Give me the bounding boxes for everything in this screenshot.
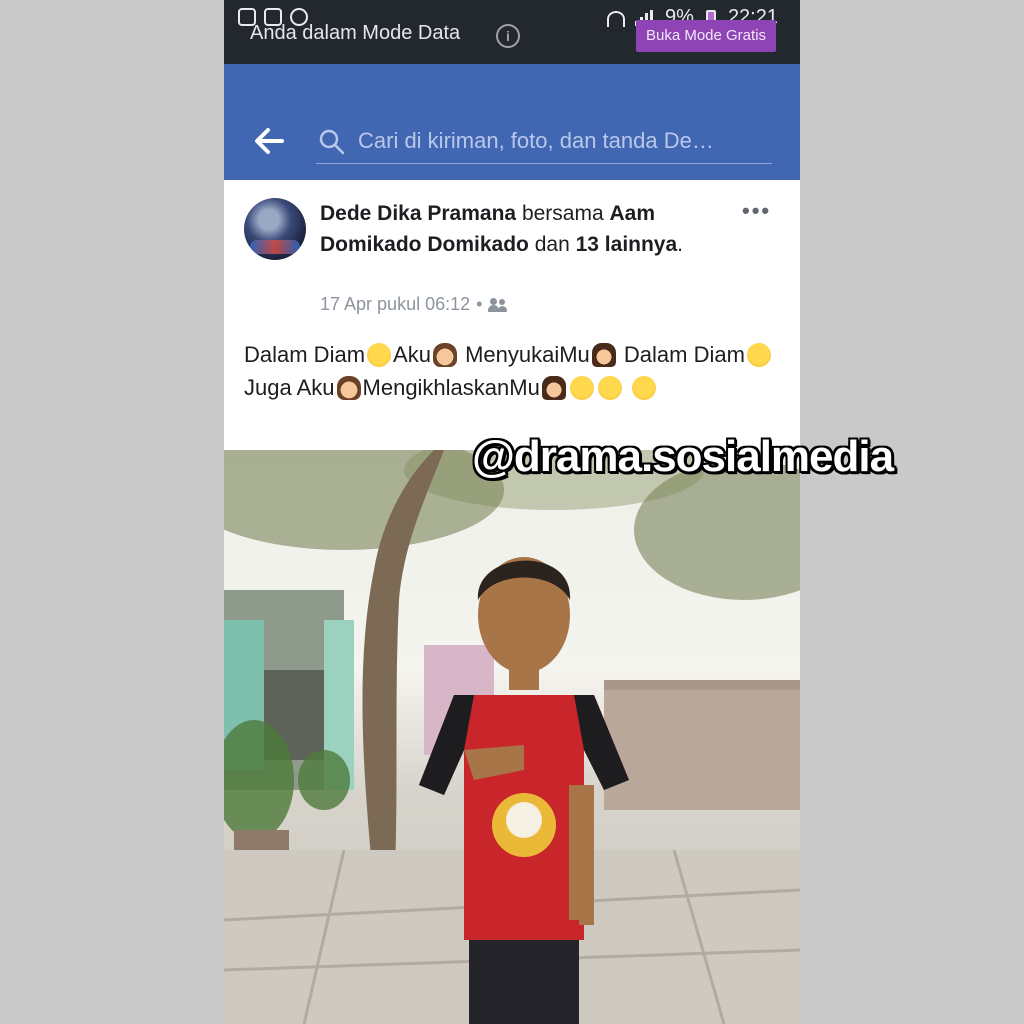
confounded-face-icon [597,376,622,400]
woman-icon [591,343,616,367]
post-text-part: MengikhlaskanMu [362,375,540,400]
wifi-icon [607,10,626,27]
phone-screen: Anda dalam Mode Data i 9% 22:21 Buka Mod… [224,0,800,1024]
arrow-left-icon[interactable] [252,126,286,156]
laughing-face-icon [631,376,656,400]
others-link[interactable]: 13 lainnya [576,233,678,256]
post-timestamp[interactable]: 17 Apr pukul 06:12 [320,294,470,315]
post-text-part: Dalam Diam [623,342,745,367]
man-icon [336,376,361,400]
post-card: Dede Dika Pramana bersama Aam Domikado D… [224,180,800,450]
post-meta: 17 Apr pukul 06:12 • [320,294,508,315]
post-photo[interactable] [224,450,800,1024]
separator-dot: • [476,294,483,314]
post-author-line: Dede Dika Pramana bersama Aam Domikado D… [320,202,684,256]
friends-icon [488,297,508,313]
post-text-part: MenyukaiMu [465,342,590,367]
search-icon [319,129,345,155]
search-input[interactable]: Cari di kiriman, foto, dan tanda De… [316,120,772,164]
smirk-face-icon [367,343,392,367]
post-text: Dalam Diam Aku MenyukaiMu Dalam Diam Juga … [244,338,784,404]
smirk-face-icon [746,343,771,367]
data-mode-notice: Anda dalam Mode Data [250,22,461,44]
man-icon [432,343,457,367]
post-text-part: Aku [393,342,431,367]
info-icon[interactable]: i [496,24,520,48]
status-bar: Anda dalam Mode Data i 9% 22:21 Buka Mod… [224,0,800,64]
search-header: Cari di kiriman, foto, dan tanda De… [224,64,800,180]
kiss-face-icon [569,376,594,400]
and-word: dan [534,233,570,256]
woman-icon [541,376,566,400]
avatar[interactable] [244,198,306,260]
post-text-part: Juga Aku [244,375,335,400]
free-mode-button[interactable]: Buka Mode Gratis [636,20,776,52]
watermark-text: @drama.sosialmedia [472,432,894,481]
with-word: bersama [521,202,604,225]
post-text-part: Dalam Diam [244,342,366,367]
photo-scene [224,450,800,1024]
more-options-icon[interactable]: ••• [742,198,771,224]
search-placeholder: Cari di kiriman, foto, dan tanda De… [358,128,714,153]
author-name[interactable]: Dede Dika Pramana [320,202,516,225]
